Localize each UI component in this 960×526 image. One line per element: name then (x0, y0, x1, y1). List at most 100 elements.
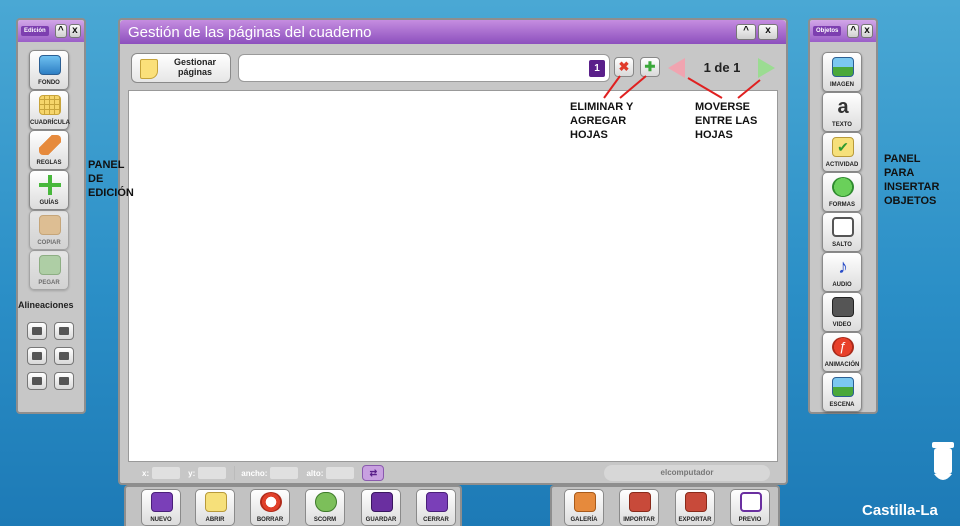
align-right-button[interactable] (54, 347, 74, 365)
actividad-label: ACTIVIDAD (825, 162, 859, 168)
new-icon (151, 492, 173, 512)
open-icon (205, 492, 227, 512)
previo-button[interactable]: PREVIO (730, 489, 770, 526)
delete-notebook-icon (260, 492, 282, 512)
left-annot-line-2: DE (88, 173, 104, 185)
background-icon (39, 55, 61, 75)
status-bar: x: y: ancho: alto: ⇄ elcomputador (128, 462, 778, 484)
link-button[interactable]: ⇄ (362, 465, 385, 481)
align-bottom-button[interactable] (54, 322, 74, 340)
add-remove-line-2: AGREGAR (570, 115, 627, 127)
edit-panel-close-button[interactable]: x (68, 24, 81, 38)
page-counter: 1 de 1 (703, 60, 741, 75)
width-field[interactable] (270, 467, 299, 479)
edit-panel-minimize-button[interactable]: ^ (54, 24, 67, 38)
import-icon (629, 492, 651, 512)
manage-pages-button[interactable]: Gestionar páginas (131, 53, 231, 83)
objects-panel-minimize-button[interactable]: ^ (847, 24, 860, 38)
escena-button[interactable]: ESCENA (822, 372, 862, 412)
preview-icon (740, 492, 762, 512)
pegar-button[interactable]: PEGAR (29, 250, 69, 290)
right-annot-line-1: PANEL (884, 153, 921, 165)
activity-icon: ✔ (832, 137, 854, 157)
add-remove-line-1: ELIMINAR Y (570, 101, 634, 113)
texto-label: TEXTO (832, 122, 852, 128)
escena-label: ESCENA (829, 402, 855, 408)
page-canvas[interactable] (128, 90, 778, 462)
cuadricula-label: CUADRÍCULA (30, 120, 70, 126)
formas-button[interactable]: FORMAS (822, 172, 862, 212)
nuevo-button[interactable]: NUEVO (141, 489, 181, 526)
move-line-1: MOVERSE (695, 101, 751, 113)
video-camera-icon (832, 297, 854, 317)
left-annot-line-1: PANEL (88, 159, 125, 171)
reglas-label: REGLAS (36, 160, 62, 166)
animacion-button[interactable]: ƒ ANIMACIÓN (822, 332, 862, 372)
credit-label: elcomputador (604, 465, 770, 481)
imagen-button[interactable]: IMAGEN (822, 52, 862, 92)
align-top-button[interactable] (27, 322, 47, 340)
objects-panel-close-button[interactable]: x (861, 24, 873, 38)
add-remove-line-3: HOJAS (570, 129, 608, 141)
cerrar-button[interactable]: CERRAR (416, 489, 456, 526)
gallery-icon (574, 492, 596, 512)
delete-page-button[interactable]: ✖ (614, 57, 634, 77)
actividad-button[interactable]: ✔ ACTIVIDAD (822, 132, 862, 172)
y-field[interactable] (198, 467, 227, 479)
alignments-title: Alineaciones (18, 300, 74, 310)
abrir-label: ABRIR (205, 517, 225, 523)
fondo-button[interactable]: FONDO (29, 50, 69, 90)
add-page-button[interactable]: ✚ (640, 57, 660, 77)
main-window-header: Gestión de las páginas del cuaderno ^ x (120, 20, 786, 44)
right-annot-line-2: PARA (884, 167, 915, 179)
galeria-button[interactable]: GALERÍA (564, 489, 604, 526)
video-button[interactable]: VIDEO (822, 292, 862, 332)
main-close-button[interactable]: x (758, 24, 778, 40)
cuadricula-button[interactable]: CUADRÍCULA (29, 90, 70, 130)
main-minimize-button[interactable]: ^ (736, 24, 756, 40)
height-field[interactable] (326, 467, 355, 479)
brand-logo-text: Castilla-La (862, 502, 938, 519)
align-center-h-button[interactable] (27, 372, 47, 390)
importar-button[interactable]: IMPORTAR (619, 489, 659, 526)
imagen-label: IMAGEN (830, 82, 854, 88)
guides-icon (39, 175, 61, 195)
previous-page-arrow-icon[interactable] (668, 58, 685, 78)
export-icon (685, 492, 707, 512)
next-page-arrow-icon[interactable] (758, 58, 775, 78)
guias-button[interactable]: GUÍAS (29, 170, 69, 210)
x-field[interactable] (152, 467, 181, 479)
borrar-button[interactable]: BORRAR (250, 489, 290, 526)
align-center-v-button[interactable] (54, 372, 74, 390)
reglas-button[interactable]: REGLAS (29, 130, 69, 170)
scorm-button[interactable]: SCORM (305, 489, 345, 526)
move-pages-annotation: MOVERSE ENTRE LAS HOJAS (695, 100, 757, 142)
guardar-button[interactable]: GUARDAR (361, 489, 401, 526)
link-icon: ⇄ (369, 468, 378, 478)
coat-of-arms-icon (932, 442, 954, 480)
texto-button[interactable]: a TEXTO (822, 92, 862, 132)
jump-icon (832, 217, 854, 237)
align-left-button[interactable] (27, 347, 47, 365)
page-strip[interactable]: 1 (238, 54, 610, 82)
exportar-label: EXPORTAR (678, 517, 712, 523)
copiar-button[interactable]: COPIAR (29, 210, 69, 250)
abrir-button[interactable]: ABRIR (195, 489, 235, 526)
objects-panel-header: Objetos ^ x (810, 20, 876, 42)
nuevo-label: NUEVO (150, 517, 172, 523)
page-number-badge[interactable]: 1 (589, 60, 605, 77)
edit-panel-header: Edición ^ x (18, 20, 84, 42)
add-icon: ✚ (644, 59, 656, 74)
grid-icon (39, 95, 61, 115)
pegar-label: PEGAR (38, 280, 60, 286)
width-label: ancho: (241, 468, 268, 478)
edit-panel-title: Edición (21, 26, 49, 36)
main-window-title: Gestión de las páginas del cuaderno (128, 23, 372, 41)
salto-button[interactable]: SALTO (822, 212, 862, 252)
exportar-button[interactable]: EXPORTAR (675, 489, 715, 526)
notebook-icon (140, 59, 158, 79)
audio-button[interactable]: ♪ AUDIO (822, 252, 862, 292)
right-annot-line-3: INSERTAR (884, 181, 940, 193)
galeria-label: GALERÍA (570, 517, 598, 523)
save-icon (371, 492, 393, 512)
